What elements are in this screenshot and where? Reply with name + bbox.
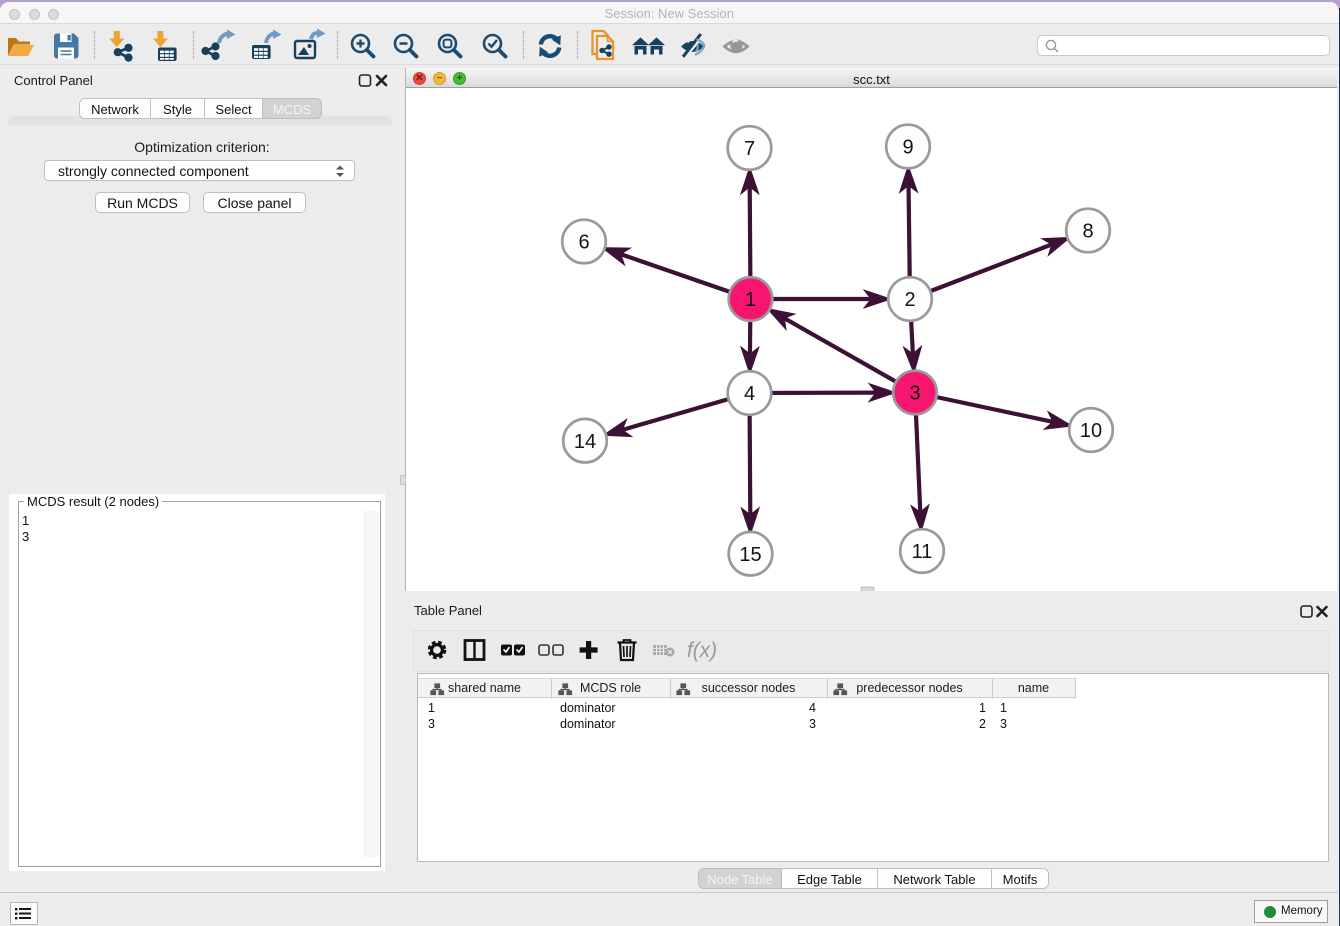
svg-text:9: 9: [902, 137, 913, 159]
svg-text:f(x): f(x): [687, 639, 717, 662]
svg-text:11: 11: [912, 541, 933, 563]
svg-text:3: 3: [909, 383, 920, 405]
svg-text:4: 4: [744, 383, 755, 405]
svg-text:10: 10: [1080, 420, 1102, 442]
svg-text:8: 8: [1082, 221, 1093, 243]
svg-text:15: 15: [739, 544, 761, 566]
svg-text:14: 14: [574, 431, 596, 453]
svg-text:6: 6: [578, 232, 589, 254]
svg-text:7: 7: [744, 138, 755, 160]
svg-text:2: 2: [904, 289, 915, 311]
svg-text:1: 1: [745, 289, 756, 311]
